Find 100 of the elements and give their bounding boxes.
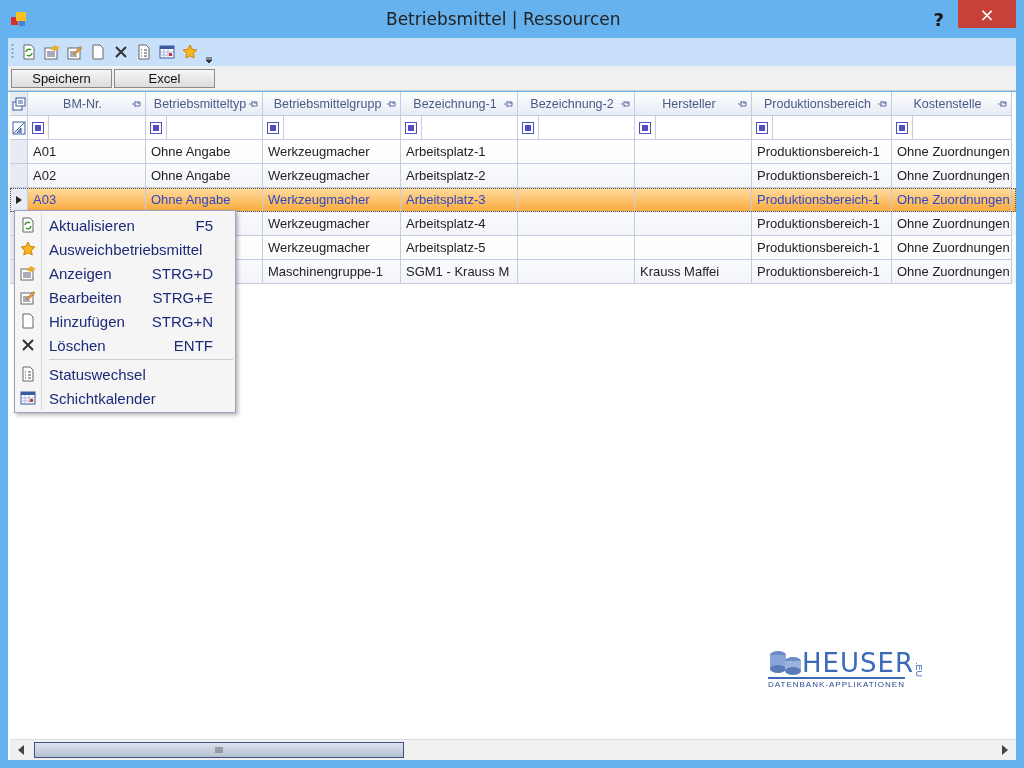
table-cell: Produktionsbereich-1 <box>757 168 880 183</box>
menu-item[interactable]: Aktualisieren F5 <box>15 213 235 237</box>
close-button[interactable]: × <box>958 0 1016 28</box>
table-cell: Werkzeugmacher <box>268 240 370 255</box>
star-icon[interactable] <box>182 44 198 60</box>
table-cell: Werkzeugmacher <box>268 168 370 183</box>
column-header[interactable]: BM-Nr. <box>28 92 146 116</box>
pin-icon[interactable] <box>998 100 1008 108</box>
table-cell: Werkzeugmacher <box>268 216 370 231</box>
logo-name: HEUSER <box>802 649 914 677</box>
column-chooser-icon[interactable] <box>11 96 26 111</box>
table-row[interactable]: A01 Ohne Angabe Werkzeugmacher Arbeitsplatz-1 Produktionsbereich-1 Ohne Zuordnungen <box>10 140 1016 164</box>
logo-suffix: .EU <box>914 662 924 677</box>
filter-operator-icon[interactable] <box>32 121 44 134</box>
filter-operator-icon[interactable] <box>896 121 908 134</box>
window-title: Betriebsmittel | Ressourcen <box>386 9 621 29</box>
grip-icon <box>215 747 223 753</box>
table-cell: Maschinengruppe-1 <box>268 264 383 279</box>
current-row-icon <box>15 195 22 204</box>
table-cell: Produktionsbereich-1 <box>757 144 880 159</box>
help-button[interactable]: ? <box>927 7 950 31</box>
menu-label: Hinzufügen <box>49 312 125 330</box>
action-button[interactable]: Excel <box>114 68 215 88</box>
table-cell: Ohne Angabe <box>151 144 231 159</box>
table-cell: Produktionsbereich-1 <box>757 192 880 207</box>
star-icon <box>20 241 36 257</box>
pin-icon[interactable] <box>621 100 631 108</box>
column-header[interactable]: Kostenstelle <box>892 92 1012 116</box>
menu-item[interactable]: Statuswechsel <box>15 362 235 386</box>
table-row[interactable]: A03 Ohne Angabe Werkzeugmacher Arbeitsplatz-3 Produktionsbereich-1 Ohne Zuordnungen <box>10 188 1016 212</box>
filter-operator-icon[interactable] <box>756 121 768 134</box>
table-cell: Krauss Maffei <box>640 264 720 279</box>
table-cell: Ohne Zuordnungen <box>897 192 1010 207</box>
filter-operator-icon[interactable] <box>405 121 417 134</box>
cross-icon[interactable] <box>113 44 129 60</box>
scroll-left-icon[interactable] <box>18 745 24 755</box>
page-icon <box>20 313 36 329</box>
menu-label: Löschen <box>49 336 106 354</box>
column-header[interactable]: Bezeichnung-1 <box>401 92 518 116</box>
page-icon[interactable] <box>90 44 106 60</box>
logo-tagline: DATENBANK-APPLIKATIONEN <box>768 677 905 689</box>
pin-icon[interactable] <box>738 100 748 108</box>
column-header[interactable]: Betriebsmitteltyp <box>146 92 263 116</box>
filter-operator-icon[interactable] <box>267 121 279 134</box>
calendar-icon[interactable] <box>159 44 175 60</box>
menu-item[interactable]: Bearbeiten STRG+E <box>15 285 235 309</box>
menu-item[interactable]: Löschen ENTF <box>15 333 235 357</box>
cross-icon <box>20 337 36 353</box>
table-cell: Ohne Zuordnungen <box>897 240 1010 255</box>
table-cell: Arbeitsplatz-3 <box>406 192 486 207</box>
scroll-thumb[interactable] <box>34 742 404 758</box>
table-cell: Werkzeugmacher <box>268 144 370 159</box>
form-icon[interactable] <box>44 44 60 60</box>
column-header[interactable]: Bezeichnung-2 <box>518 92 635 116</box>
form-icon <box>20 265 36 281</box>
table-cell: Arbeitsplatz-2 <box>406 168 486 183</box>
menu-item[interactable]: Ausweichbetriebsmittel <box>15 237 235 261</box>
column-header[interactable]: Hersteller <box>635 92 752 116</box>
filter-clear-icon[interactable] <box>11 120 26 135</box>
list-page-icon <box>20 366 36 382</box>
table-cell: SGM1 - Krauss M <box>406 264 510 279</box>
filter-operator-icon[interactable] <box>522 121 534 134</box>
horizontal-scrollbar[interactable] <box>10 739 1016 760</box>
column-header[interactable]: Betriebsmittelgrupp <box>263 92 401 116</box>
table-cell: Arbeitsplatz-4 <box>406 216 486 231</box>
menu-label: Aktualisieren <box>49 216 135 234</box>
list-page-icon[interactable] <box>136 44 152 60</box>
menu-shortcut: STRG+D <box>151 264 213 282</box>
pin-icon[interactable] <box>249 100 259 108</box>
menu-item[interactable]: Hinzufügen STRG+N <box>15 309 235 333</box>
filter-operator-icon[interactable] <box>150 121 162 134</box>
menu-shortcut: STRG+N <box>151 312 213 330</box>
table-cell: Ohne Zuordnungen <box>897 216 1010 231</box>
refresh-icon[interactable] <box>21 44 37 60</box>
column-header[interactable]: Produktionsbereich <box>752 92 892 116</box>
edit-icon[interactable] <box>67 44 83 60</box>
table-cell: A03 <box>33 192 57 207</box>
filter-operator-icon[interactable] <box>639 121 651 134</box>
refresh-icon <box>20 217 36 233</box>
table-cell: Arbeitsplatz-5 <box>406 240 486 255</box>
table-cell: Produktionsbereich-1 <box>757 240 880 255</box>
menu-item[interactable]: Anzeigen STRG+D <box>15 261 235 285</box>
pin-icon[interactable] <box>132 100 142 108</box>
table-cell: Ohne Angabe <box>151 192 231 207</box>
menu-label: Anzeigen <box>49 264 112 282</box>
menu-label: Bearbeiten <box>49 288 122 306</box>
menu-shortcut: STRG+E <box>152 288 213 306</box>
grip-icon[interactable] <box>11 43 14 61</box>
pin-icon[interactable] <box>878 100 888 108</box>
action-button[interactable]: Speichern <box>11 68 112 88</box>
scroll-right-icon[interactable] <box>1002 745 1008 755</box>
menu-shortcut: ENTF <box>173 336 213 354</box>
menu-label: Schichtkalender <box>49 389 156 407</box>
menu-item[interactable]: Schichtkalender <box>15 386 235 410</box>
pin-icon[interactable] <box>387 100 397 108</box>
menu-shortcut: F5 <box>195 216 213 234</box>
table-row[interactable]: A02 Ohne Angabe Werkzeugmacher Arbeitsplatz-2 Produktionsbereich-1 Ohne Zuordnungen <box>10 164 1016 188</box>
pin-icon[interactable] <box>504 100 514 108</box>
table-cell: Arbeitsplatz-1 <box>406 144 486 159</box>
table-cell: Ohne Zuordnungen <box>897 144 1010 159</box>
